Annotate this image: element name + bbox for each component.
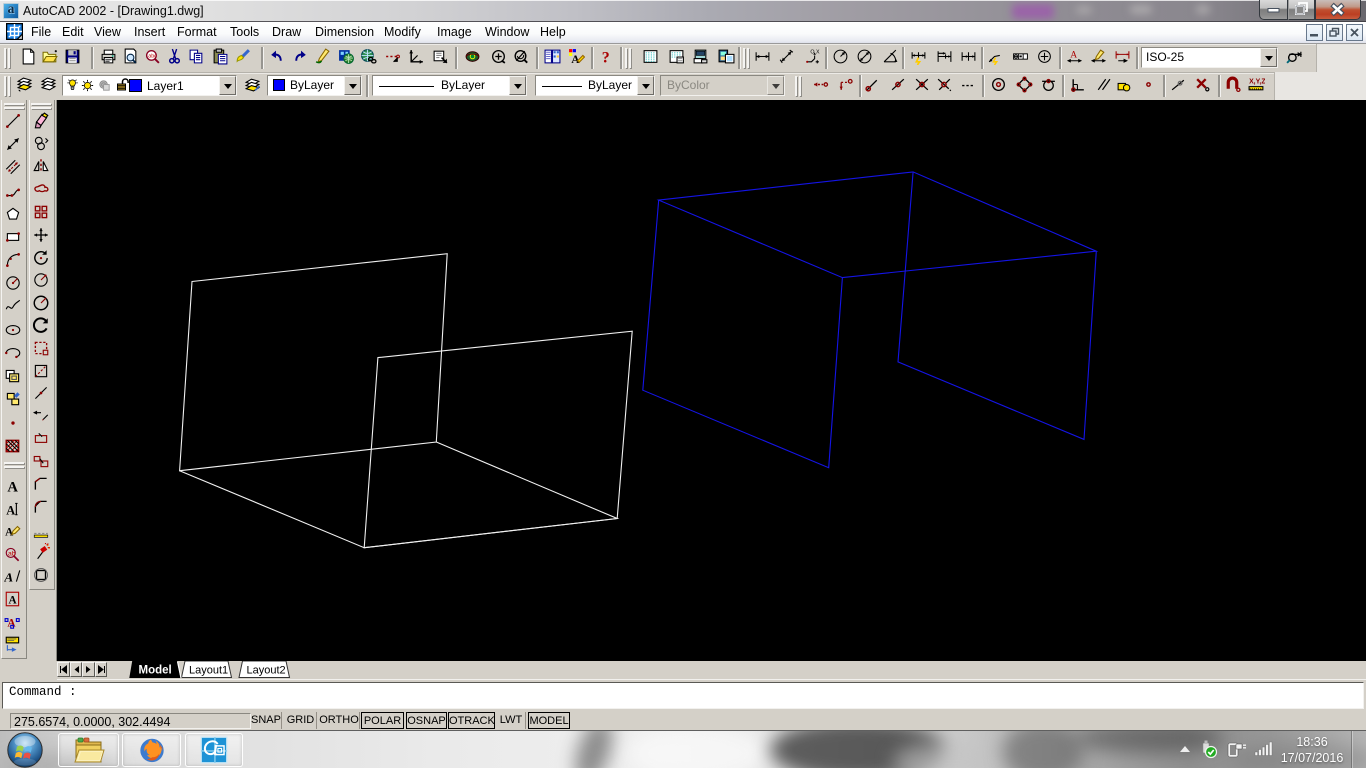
svg-text:Layout2: Layout2	[247, 665, 286, 677]
svg-text:Layout1: Layout1	[189, 665, 228, 677]
svg-text:Model: Model	[139, 665, 172, 677]
